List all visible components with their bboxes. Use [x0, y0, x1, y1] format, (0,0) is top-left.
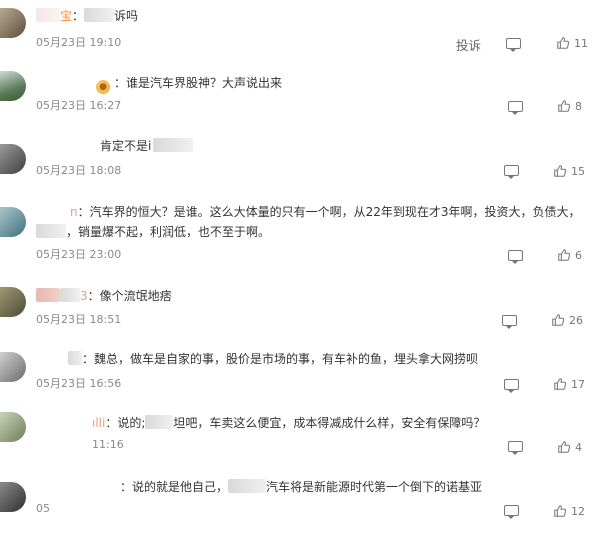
comment-text-line: ，销量爆不起，利润低，也不至于啊。 [36, 224, 270, 241]
comment-text: 像个流氓地痞 [99, 289, 172, 303]
comment-text-continued: 销量爆不起，利润低，也不至于啊。 [78, 225, 271, 239]
comment-text-line: 3：像个流氓地痞 [36, 288, 172, 305]
like-count: 15 [571, 164, 585, 178]
avatar[interactable] [0, 352, 26, 382]
like-count: 8 [575, 99, 582, 113]
reply-icon[interactable] [504, 505, 519, 519]
thumbs-up-icon [554, 505, 567, 517]
like-button[interactable]: 8 [557, 99, 582, 113]
comment-text: 谁是汽车界股神？大声说出来 [126, 76, 283, 90]
like-count: 26 [569, 313, 583, 327]
redacted-text [84, 8, 115, 22]
thumbs-up-icon [552, 314, 565, 326]
reply-icon[interactable] [504, 165, 519, 179]
username-blurred[interactable] [36, 8, 60, 22]
like-count: 6 [575, 248, 582, 262]
redacted-text [145, 415, 174, 429]
reply-icon[interactable] [502, 315, 517, 329]
comment-text-line: 肯定不是i [100, 138, 194, 155]
like-button[interactable]: 4 [557, 440, 582, 454]
comment-text: 说的就是他自己， [132, 480, 229, 494]
thumbs-up-icon [558, 249, 571, 261]
avatar[interactable] [0, 207, 26, 237]
comment-text: 魏总，做车是自家的事，股价是市场的事，有车补的鱼，埋头拿大网捞呗 [94, 352, 479, 366]
avatar[interactable] [0, 144, 26, 174]
like-count: 4 [575, 440, 582, 454]
reply-icon[interactable] [504, 379, 519, 393]
reply-icon[interactable] [508, 101, 523, 115]
thumbs-up-icon [558, 100, 571, 112]
comment-time: 05月23日 16:56 [36, 377, 122, 390]
like-button[interactable]: 12 [553, 504, 585, 518]
reply-icon[interactable] [508, 250, 523, 264]
thumbs-up-icon [554, 378, 567, 390]
username[interactable]: 3 [80, 289, 88, 303]
avatar[interactable] [0, 287, 26, 317]
redacted-text [68, 351, 82, 365]
user-badge-icon: ● [96, 80, 110, 94]
reply-icon[interactable] [506, 38, 521, 52]
username[interactable]: n [70, 205, 78, 219]
comment-time: 05月23日 19:10 [36, 36, 122, 49]
like-count: 17 [571, 377, 585, 391]
comment-text-line: ● ：谁是汽车界股神？大声说出来 [92, 75, 282, 94]
like-button[interactable]: 6 [557, 248, 582, 262]
reply-icon[interactable] [508, 441, 523, 455]
username[interactable]: ılli [92, 416, 105, 430]
avatar[interactable] [0, 71, 26, 101]
like-button[interactable]: 17 [553, 377, 585, 391]
comment-time: 05月23日 18:51 [36, 313, 122, 326]
report-button[interactable]: 投诉 [456, 35, 481, 54]
like-button[interactable]: 11 [556, 36, 588, 50]
username-blurred[interactable] [36, 288, 60, 302]
thumbs-up-icon [558, 441, 571, 453]
redacted-text [228, 479, 267, 493]
like-button[interactable]: 15 [553, 164, 585, 178]
redacted-text [60, 288, 80, 302]
thumbs-up-icon [554, 165, 567, 177]
comment-text-continued: 汽车将是新能源时代第一个倒下的诺基亚 [266, 480, 483, 494]
like-count: 11 [574, 36, 588, 50]
like-button[interactable]: 26 [551, 313, 583, 327]
comment-text-line: n：汽车界的恒大？是谁。这么大体量的只有一个啊，从22年到现在才3年啊，投资大，… [70, 205, 581, 219]
comment-time: 05月23日 18:08 [36, 164, 122, 177]
comment-text-line: 宝： 诉吗 [36, 8, 138, 25]
username[interactable]: 宝 [60, 9, 72, 23]
redacted-text [36, 224, 66, 238]
like-count: 12 [571, 504, 585, 518]
comment-time: 05月23日 16:27 [36, 99, 122, 112]
comment-text: 说的 [117, 416, 142, 430]
comment-text: 诉吗 [114, 9, 139, 23]
avatar[interactable] [0, 482, 26, 512]
comment-time: 05月23日 23:00 [36, 248, 122, 261]
comment-text-line: ：说的就是他自己， 汽车将是新能源时代第一个倒下的诺基亚 [120, 479, 483, 494]
avatar[interactable] [0, 8, 26, 38]
comment-time: 11:16 [92, 438, 124, 451]
comment-text: 肯定不是i [100, 139, 152, 153]
comment-text-continued: 坦吧，车卖这么便宜，成本得减成什么样，安全有保障吗？ [173, 416, 486, 430]
comment-text: 汽车界的恒大？是谁。这么大体量的只有一个啊，从22年到现在才3年啊，投资大，负债… [89, 205, 581, 219]
comment-text-line: ılli：说的; 坦吧，车卖这么便宜，成本得减成什么样，安全有保障吗？ [92, 415, 486, 430]
avatar[interactable] [0, 412, 26, 442]
redacted-text [153, 138, 194, 152]
comment-time: 05 [36, 502, 50, 515]
comment-text-line: ：魏总，做车是自家的事，股价是市场的事，有车补的鱼，埋头拿大网捞呗 [68, 351, 478, 368]
thumbs-up-icon [557, 37, 570, 49]
